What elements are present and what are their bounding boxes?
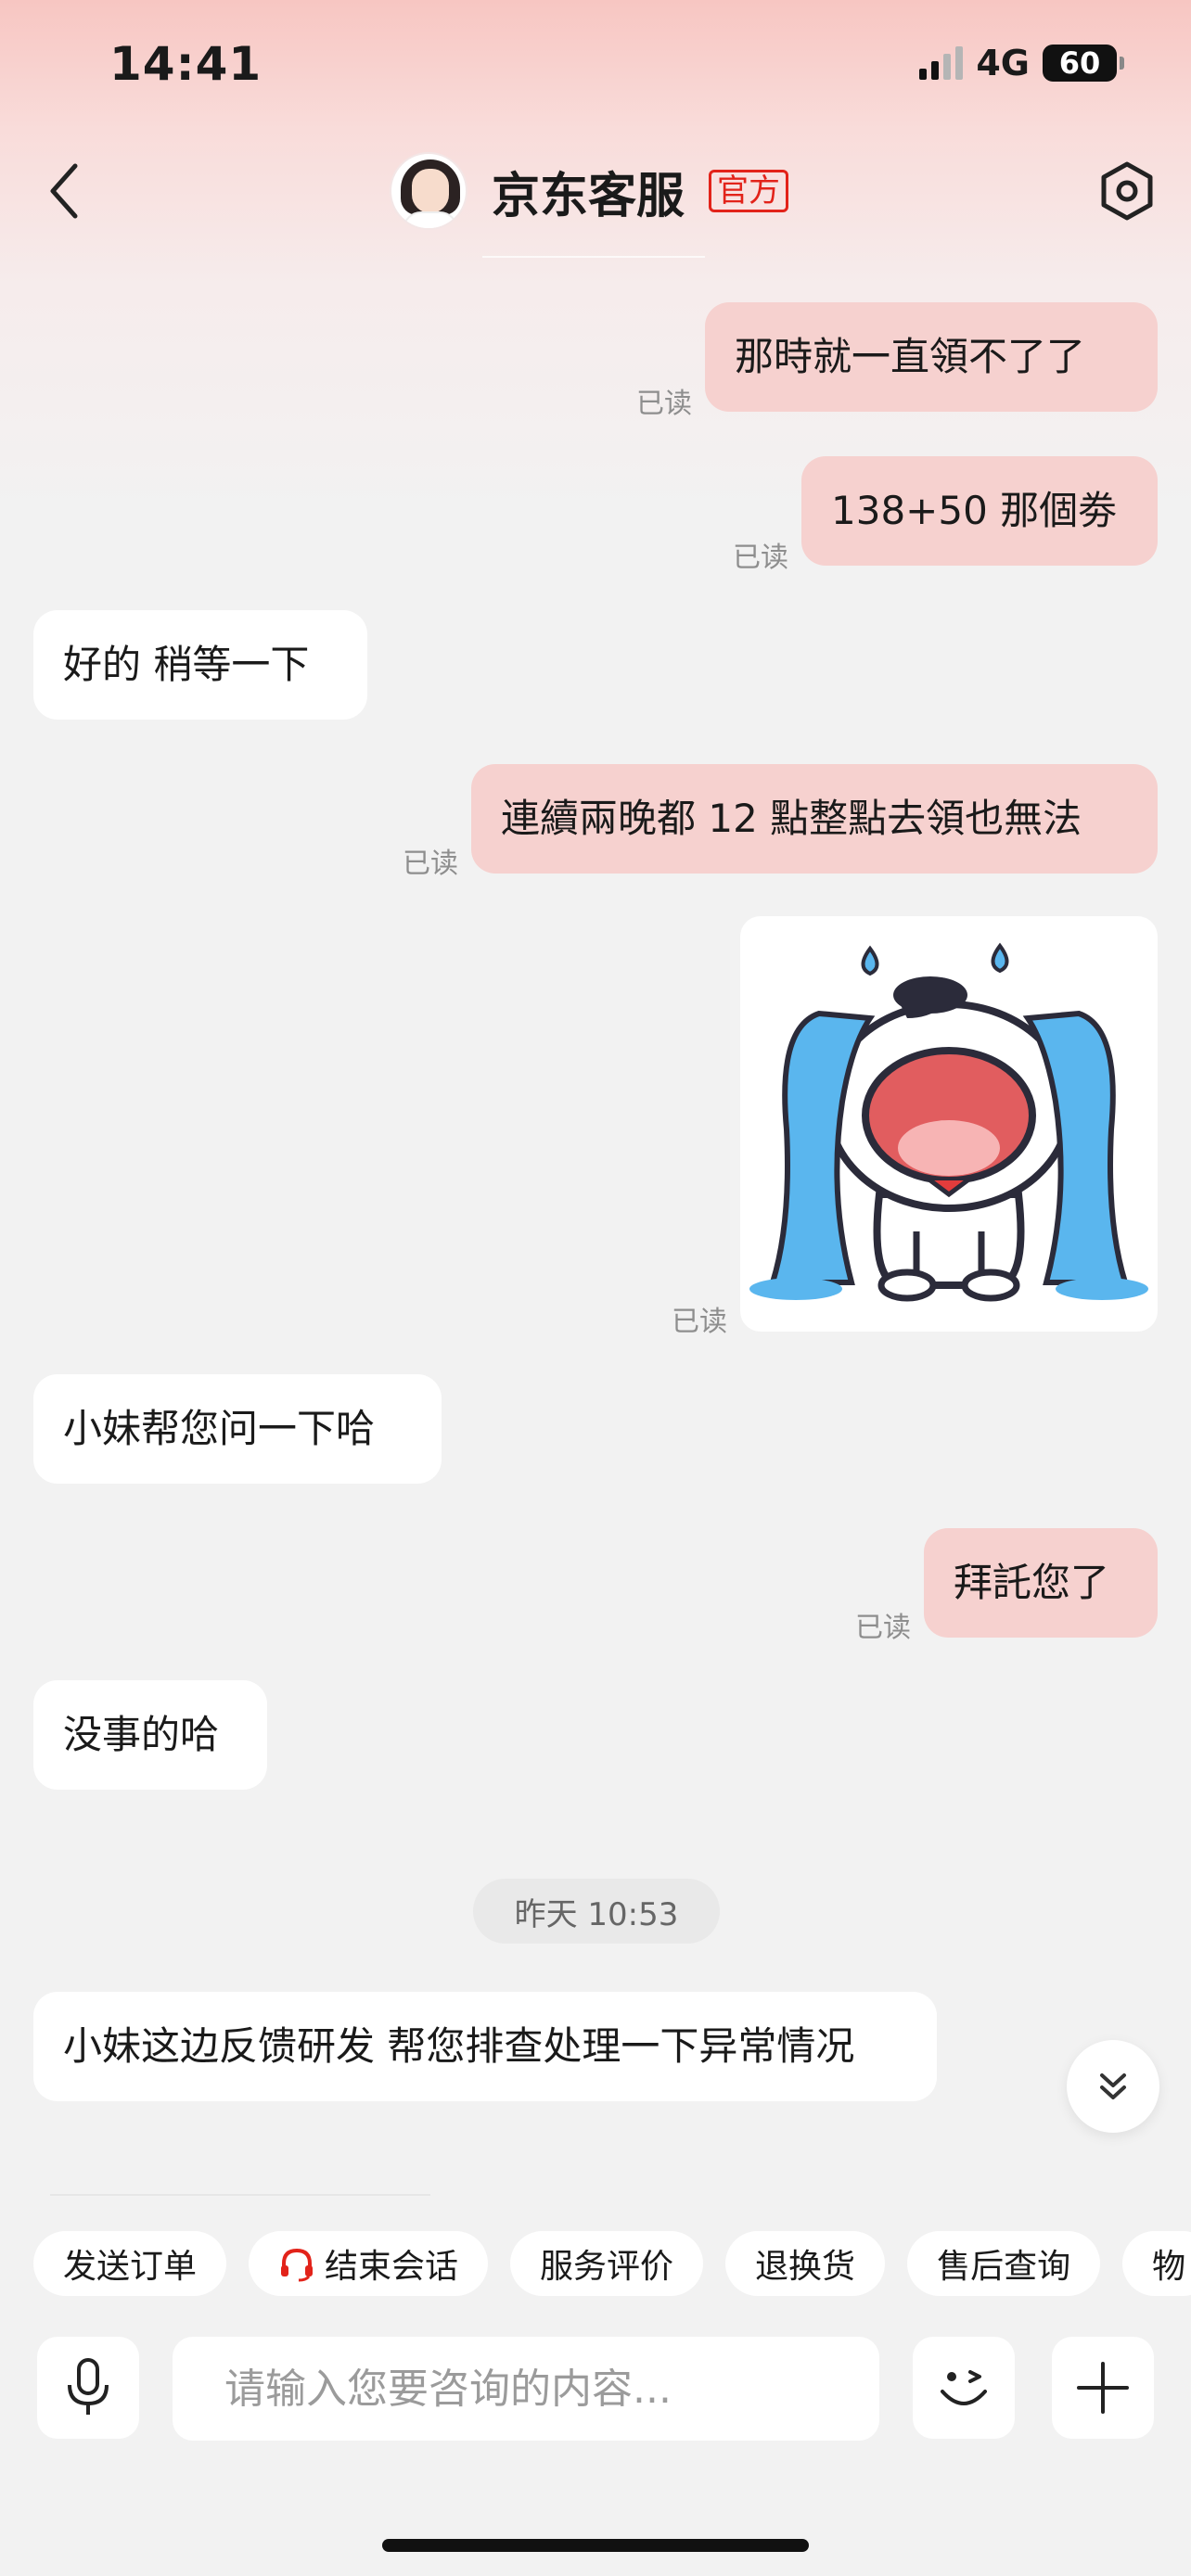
- chip-label: 退换货: [755, 2248, 856, 2286]
- chat-title: 京东客服: [492, 168, 685, 224]
- message-outgoing[interactable]: 那時就一直領不了了: [705, 302, 1158, 412]
- read-receipt: 已读: [672, 1306, 727, 1338]
- divider: [50, 2194, 430, 2196]
- chip-label: 物: [1152, 2248, 1186, 2286]
- plus-icon: [1077, 2362, 1129, 2414]
- chevron-left-icon: [50, 163, 78, 219]
- chip-label: 发送订单: [63, 2248, 198, 2286]
- voice-input-button[interactable]: [37, 2337, 139, 2439]
- settings-button[interactable]: [1096, 158, 1158, 224]
- agent-avatar[interactable]: [390, 152, 467, 230]
- double-chevron-down-icon: [1100, 2073, 1126, 2099]
- read-receipt: 已读: [733, 542, 788, 574]
- status-indicators: 4G 60: [919, 43, 1124, 83]
- quick-action-logistics[interactable]: 物: [1122, 2231, 1191, 2296]
- headset-icon: [281, 2248, 314, 2282]
- quick-actions-bar: 发送订单 结束会话 服务评价 退换货 售后查询 物: [33, 2231, 1191, 2296]
- timestamp-divider: 昨天 10:53: [473, 1879, 720, 1944]
- message-incoming[interactable]: 好的 稍等一下: [33, 610, 367, 720]
- chip-label: 服务评价: [540, 2248, 674, 2286]
- message-outgoing[interactable]: 連續兩晚都 12 點整點去領也無法: [471, 764, 1158, 874]
- battery-icon: 60: [1043, 45, 1124, 82]
- message-input[interactable]: [173, 2337, 879, 2441]
- sticker-message[interactable]: [740, 916, 1158, 1332]
- winking-face-icon: [941, 2370, 987, 2405]
- message-outgoing[interactable]: 拜託您了: [924, 1528, 1158, 1638]
- read-receipt: 已读: [636, 388, 692, 420]
- network-type: 4G: [976, 43, 1030, 83]
- chip-label: 结束会话: [325, 2248, 459, 2286]
- home-indicator: [382, 2539, 809, 2552]
- quick-action-return-exchange[interactable]: 退换货: [725, 2231, 886, 2296]
- quick-action-send-order[interactable]: 发送订单: [33, 2231, 227, 2296]
- read-receipt: 已读: [855, 1612, 911, 1644]
- emoji-button[interactable]: [913, 2337, 1015, 2439]
- chip-label: 售后查询: [937, 2248, 1071, 2286]
- status-time: 14:41: [109, 37, 263, 91]
- message-incoming[interactable]: 小妹帮您问一下哈: [33, 1374, 442, 1484]
- microphone-icon: [68, 2358, 109, 2415]
- back-button[interactable]: [35, 156, 91, 226]
- more-options-button[interactable]: [1052, 2337, 1154, 2439]
- message-outgoing[interactable]: 138+50 那個劵: [801, 456, 1158, 566]
- message-incoming[interactable]: 没事的哈: [33, 1680, 267, 1790]
- quick-action-service-rating[interactable]: 服务评价: [510, 2231, 704, 2296]
- read-receipt: 已读: [403, 848, 458, 880]
- quick-action-after-sales[interactable]: 售后查询: [907, 2231, 1101, 2296]
- quick-action-end-session[interactable]: 结束会话: [249, 2231, 489, 2296]
- crying-dog-sticker-icon: [749, 942, 1148, 1302]
- scroll-to-bottom-button[interactable]: [1067, 2040, 1159, 2133]
- message-incoming[interactable]: 小妹这边反馈研发 帮您排查处理一下异常情况: [33, 1992, 937, 2101]
- battery-level: 60: [1058, 45, 1101, 81]
- header-divider: [482, 256, 705, 258]
- signal-icon: [919, 46, 964, 80]
- gear-icon: [1101, 161, 1153, 221]
- chat-header: 京东客服 官方: [390, 152, 789, 230]
- official-badge: 官方: [709, 170, 789, 212]
